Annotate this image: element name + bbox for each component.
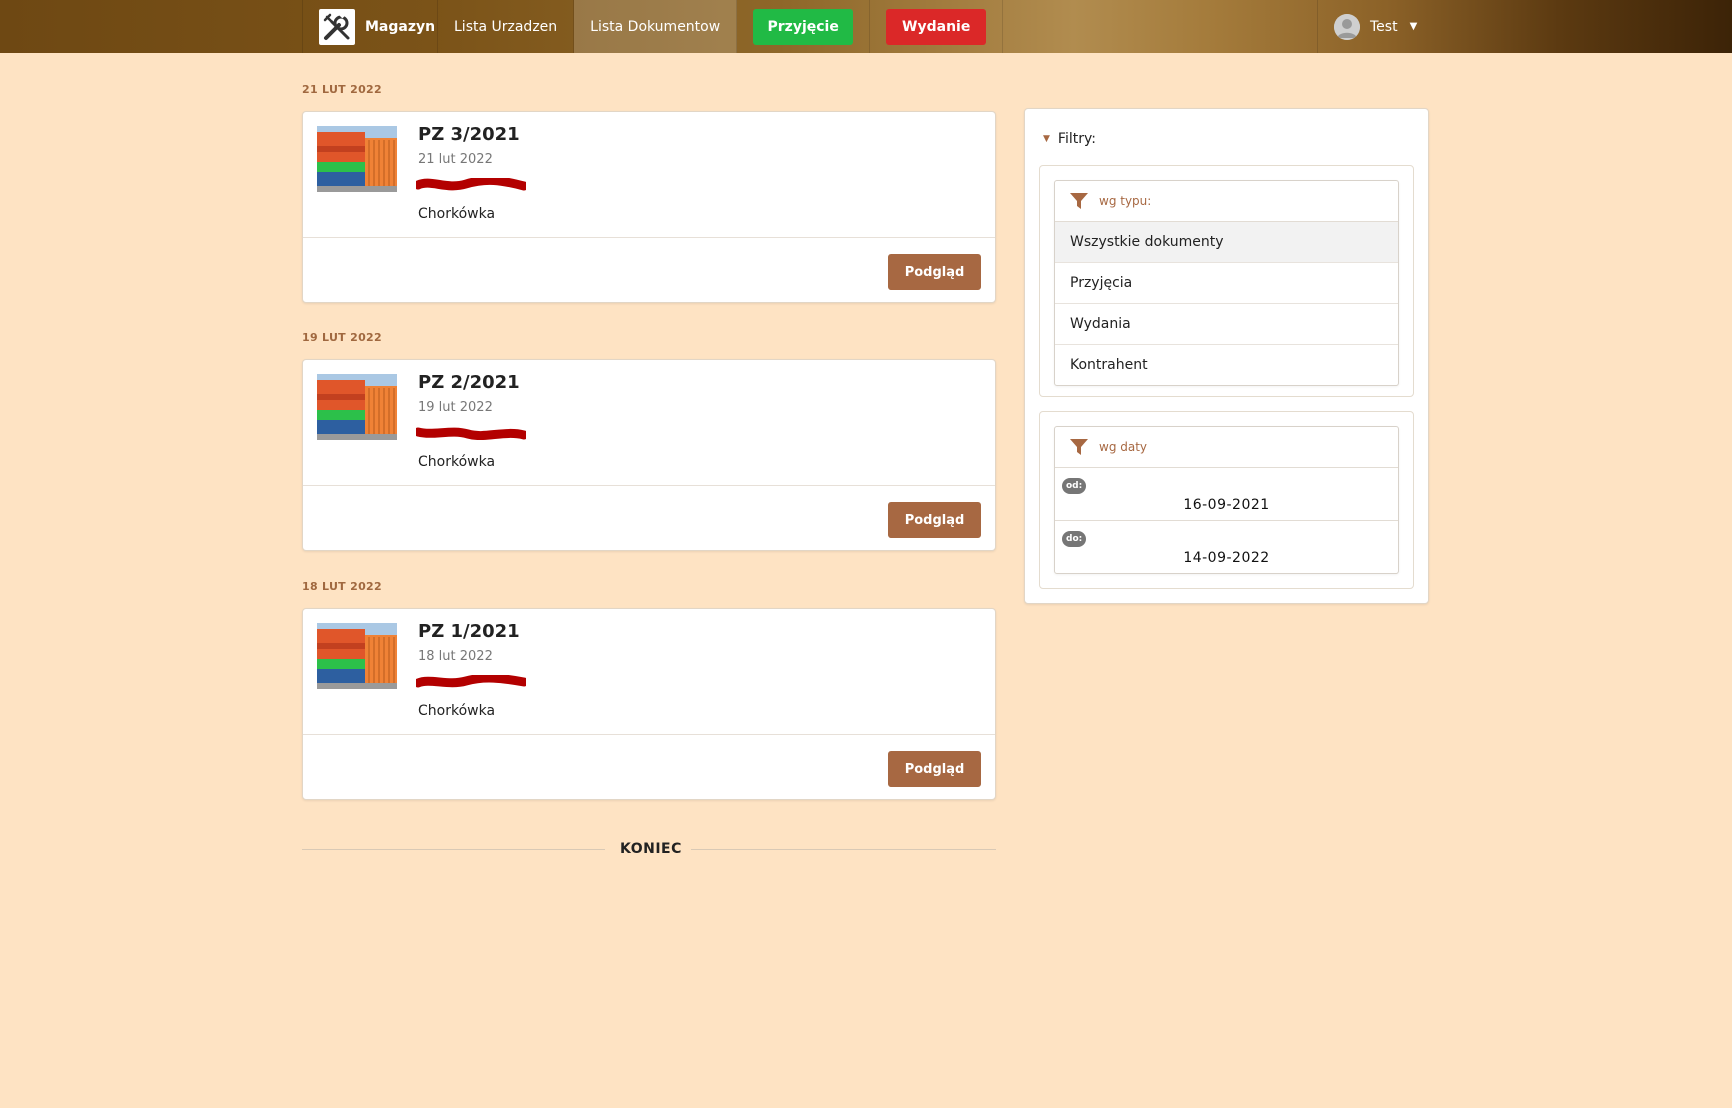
document-location: Chorkówka bbox=[418, 206, 496, 222]
container-thumbnail bbox=[317, 126, 397, 192]
type-filter-header: wg typu: bbox=[1055, 181, 1398, 222]
nav-receive-item: Przyjęcie bbox=[737, 0, 871, 53]
nav-issue-item: Wydanie bbox=[870, 0, 1004, 53]
date-filter-segment: wg daty od: 16-09-2021 do: 14-09-2022 bbox=[1039, 411, 1414, 589]
document-location: Chorkówka bbox=[418, 703, 496, 719]
date-to-value: 14-09-2022 bbox=[1183, 550, 1270, 566]
end-divider-right bbox=[691, 849, 996, 850]
filters-panel: ▼ Filtry: wg typu: Wszystkie dokumenty P… bbox=[1024, 108, 1429, 604]
nav-documents-label: Lista Dokumentow bbox=[590, 18, 721, 35]
receive-button[interactable]: Przyjęcie bbox=[753, 8, 854, 45]
card-divider bbox=[303, 237, 995, 238]
type-filter-menu: wg typu: Wszystkie dokumenty Przyjęcia W… bbox=[1054, 180, 1399, 386]
card-divider bbox=[303, 734, 995, 735]
brand-link[interactable]: Magazyn bbox=[302, 0, 438, 53]
container-thumbnail bbox=[317, 374, 397, 440]
filter-icon bbox=[1070, 439, 1088, 455]
type-option-contractor[interactable]: Kontrahent bbox=[1055, 345, 1398, 385]
document-card: PZ 2/2021 19 lut 2022 Chorkówka Podgląd bbox=[302, 359, 996, 551]
end-divider-left bbox=[302, 849, 605, 850]
filter-icon bbox=[1070, 193, 1088, 209]
document-date: 21 lut 2022 bbox=[418, 152, 493, 167]
type-filter-title: wg typu: bbox=[1099, 194, 1152, 208]
filters-toggle[interactable]: ▼ Filtry: bbox=[1043, 131, 1096, 147]
feed-date-header: 19 LUT 2022 bbox=[302, 331, 382, 344]
type-option-all[interactable]: Wszystkie dokumenty bbox=[1055, 222, 1398, 263]
brand-label: Magazyn bbox=[365, 18, 436, 35]
issue-button[interactable]: Wydanie bbox=[886, 8, 987, 45]
card-divider bbox=[303, 485, 995, 486]
container-thumbnail bbox=[317, 623, 397, 689]
date-to-label: do: bbox=[1062, 531, 1087, 547]
date-filter-title: wg daty bbox=[1099, 440, 1148, 454]
filters-title: Filtry: bbox=[1057, 131, 1096, 147]
document-title: PZ 3/2021 bbox=[418, 124, 520, 145]
redacted-contractor bbox=[416, 178, 526, 191]
nav-devices-list[interactable]: Lista Urzadzen bbox=[438, 0, 575, 53]
feed-end-label: KONIEC bbox=[620, 841, 682, 857]
user-menu[interactable]: Test ▼ bbox=[1317, 0, 1434, 53]
nav-devices-label: Lista Urzadzen bbox=[454, 18, 558, 35]
redacted-contractor bbox=[416, 427, 526, 440]
preview-button[interactable]: Podgląd bbox=[888, 502, 981, 538]
redacted-contractor bbox=[416, 675, 526, 688]
document-location: Chorkówka bbox=[418, 454, 496, 470]
date-from-label: od: bbox=[1062, 478, 1087, 494]
caret-down-icon: ▼ bbox=[1043, 134, 1050, 144]
preview-button[interactable]: Podgląd bbox=[888, 254, 981, 290]
document-card: PZ 3/2021 21 lut 2022 Chorkówka Podgląd bbox=[302, 111, 996, 303]
avatar bbox=[1334, 13, 1360, 40]
nav-menu: Magazyn Lista Urzadzen Lista Dokumentow … bbox=[302, 0, 1004, 53]
tools-icon bbox=[319, 8, 355, 45]
feed-date-header: 18 LUT 2022 bbox=[302, 580, 382, 593]
date-filter-header: wg daty bbox=[1055, 427, 1398, 468]
date-to-field[interactable]: do: 14-09-2022 bbox=[1055, 521, 1398, 573]
document-date: 19 lut 2022 bbox=[418, 400, 493, 415]
date-from-field[interactable]: od: 16-09-2021 bbox=[1055, 468, 1398, 521]
type-option-issues[interactable]: Wydania bbox=[1055, 304, 1398, 345]
document-title: PZ 1/2021 bbox=[418, 621, 520, 642]
chevron-down-icon: ▼ bbox=[1409, 21, 1418, 32]
document-title: PZ 2/2021 bbox=[418, 372, 520, 393]
user-name: Test bbox=[1370, 18, 1398, 35]
type-filter-segment: wg typu: Wszystkie dokumenty Przyjęcia W… bbox=[1039, 165, 1414, 397]
feed-date-header: 21 LUT 2022 bbox=[302, 83, 382, 96]
nav-documents-list[interactable]: Lista Dokumentow bbox=[574, 0, 738, 53]
date-filter-menu: wg daty od: 16-09-2021 do: 14-09-2022 bbox=[1054, 426, 1399, 574]
top-navbar: Magazyn Lista Urzadzen Lista Dokumentow … bbox=[0, 0, 1732, 53]
preview-button[interactable]: Podgląd bbox=[888, 751, 981, 787]
type-option-receipts[interactable]: Przyjęcia bbox=[1055, 263, 1398, 304]
document-date: 18 lut 2022 bbox=[418, 649, 493, 664]
date-from-value: 16-09-2021 bbox=[1183, 497, 1270, 513]
document-card: PZ 1/2021 18 lut 2022 Chorkówka Podgląd bbox=[302, 608, 996, 800]
